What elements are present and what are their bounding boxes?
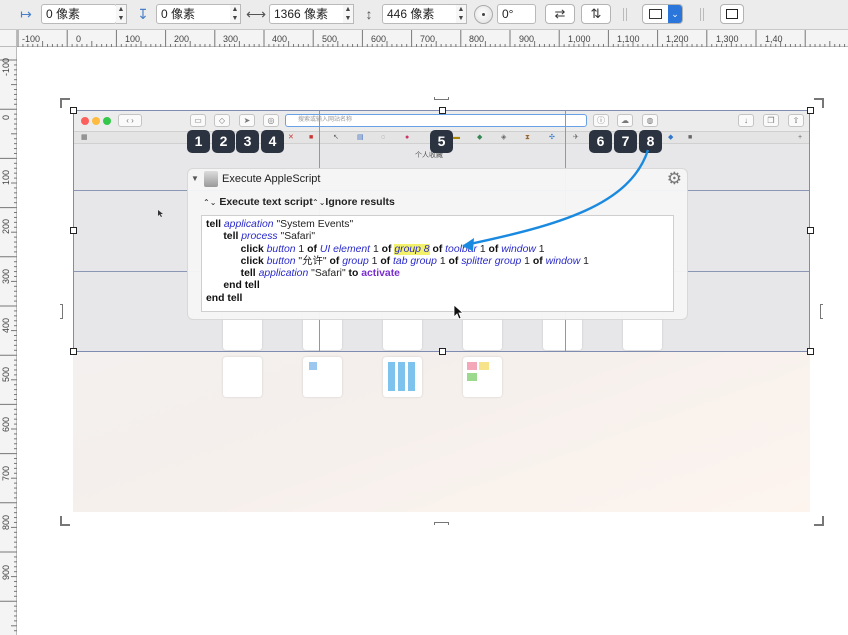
crop-edge-right[interactable]: [820, 304, 823, 319]
mouse-cursor-icon: [158, 210, 163, 217]
crop-edge-left[interactable]: [60, 304, 63, 319]
crop-corner[interactable]: [60, 98, 70, 108]
crop-corner[interactable]: [814, 98, 824, 108]
resize-handle[interactable]: [807, 227, 814, 234]
callout-arrow: [462, 149, 650, 251]
crop-corner[interactable]: [814, 516, 824, 526]
resize-handle[interactable]: [70, 227, 77, 234]
crop-corner[interactable]: [60, 516, 70, 526]
resize-handle[interactable]: [807, 107, 814, 114]
resize-handle[interactable]: [70, 348, 77, 355]
resize-handle[interactable]: [439, 348, 446, 355]
resize-handle[interactable]: [807, 348, 814, 355]
resize-handle[interactable]: [439, 107, 446, 114]
mouse-cursor-icon: [453, 304, 465, 320]
crop-edge-top[interactable]: [434, 97, 449, 100]
crop-edge-bottom[interactable]: [434, 522, 449, 525]
resize-handle[interactable]: [70, 107, 77, 114]
